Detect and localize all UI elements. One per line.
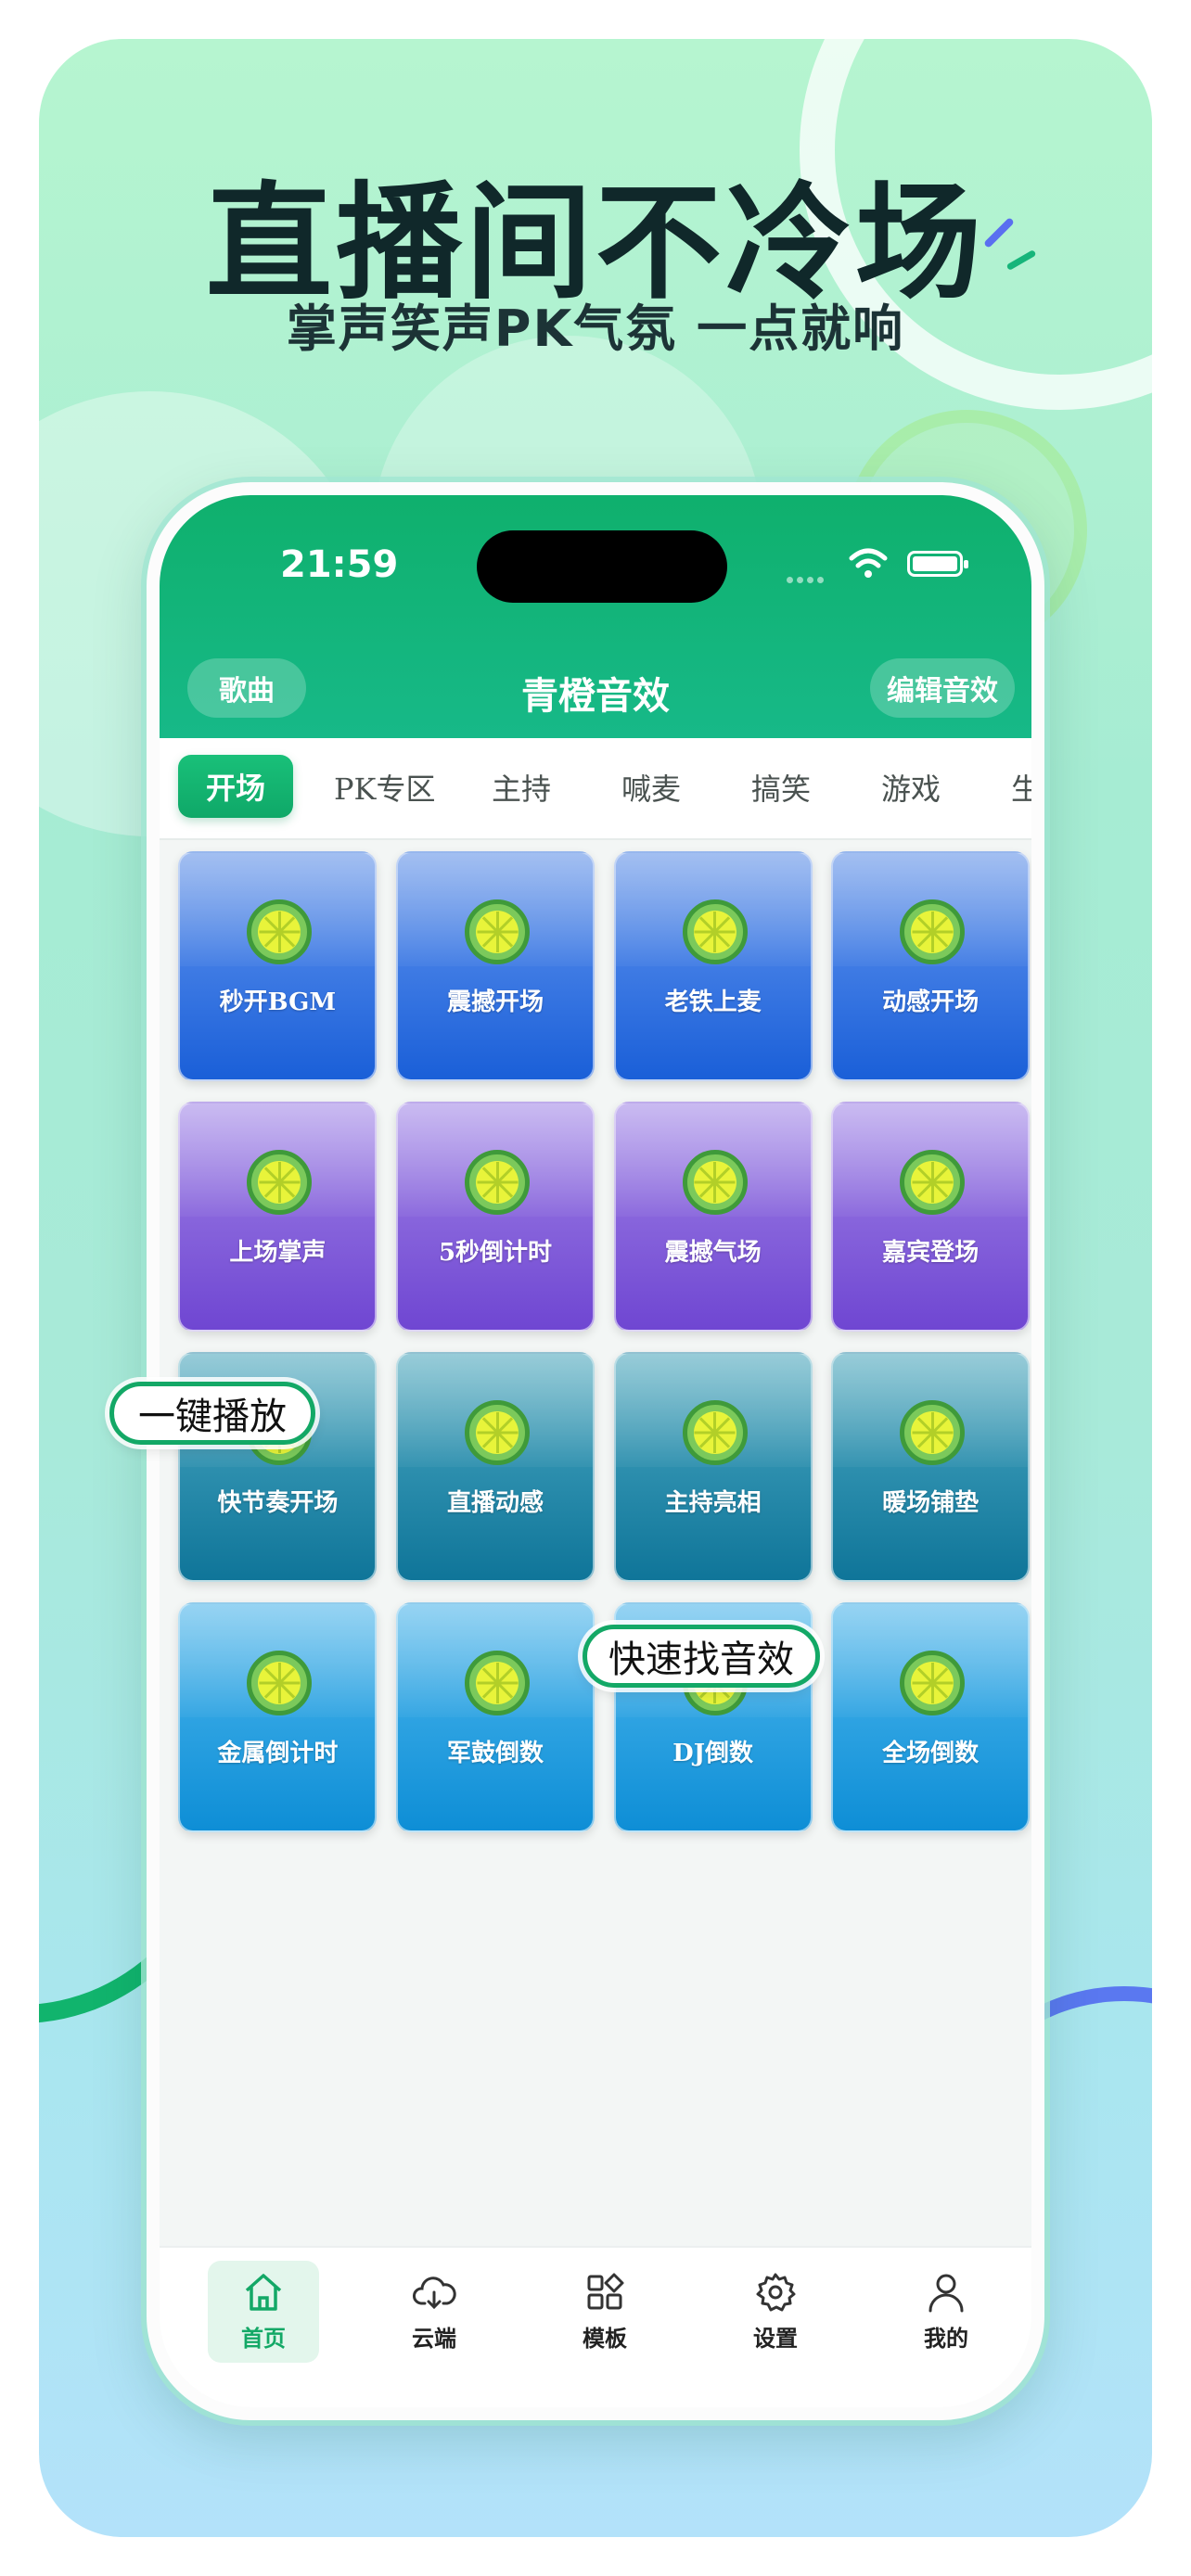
sound-tile-label: 军鼓倒数 <box>446 1740 544 1767</box>
lime-icon <box>247 1651 313 1715</box>
phone-mockup: 21:59 歌曲 青橙音效 编辑音效 开场 PK专区 主持 喊麦 搞笑 游戏 生… <box>147 482 1044 2420</box>
nav-cloud[interactable]: 云端 <box>378 2261 490 2363</box>
template-grid-icon <box>587 2273 624 2310</box>
bottom-nav: 首页 云端 模板 设置 我的 <box>160 2246 1031 2407</box>
lime-icon <box>247 899 313 964</box>
nav-label: 设置 <box>753 2326 798 2352</box>
sound-tile-label: 震撼气场 <box>664 1239 762 1267</box>
lime-icon <box>465 1400 530 1465</box>
lime-icon <box>900 1150 966 1215</box>
sound-tile[interactable]: 嘉宾登场 <box>831 1102 1031 1332</box>
nav-templates[interactable]: 模板 <box>549 2261 660 2363</box>
tab-shout[interactable]: 喊麦 <box>621 766 681 809</box>
sound-tile-label: 主持亮相 <box>664 1489 762 1517</box>
tab-opening[interactable]: 开场 <box>178 755 293 818</box>
lime-icon <box>900 1651 966 1715</box>
lime-icon <box>465 1651 530 1715</box>
sound-tile[interactable]: 主持亮相 <box>613 1352 813 1582</box>
category-tabs: 开场 PK专区 主持 喊麦 搞笑 游戏 生 <box>160 738 1031 840</box>
promo-subline: 掌声笑声PK气氛 一点就响 <box>286 300 905 358</box>
sound-tile[interactable]: 动感开场 <box>831 851 1031 1081</box>
status-time: 21:59 <box>280 543 399 586</box>
tab-game[interactable]: 游戏 <box>881 766 941 809</box>
sound-tile[interactable]: 秒开BGM <box>178 851 378 1081</box>
lime-icon <box>465 899 530 964</box>
tab-host[interactable]: 主持 <box>492 766 551 809</box>
nav-profile[interactable]: 我的 <box>890 2261 1002 2363</box>
sound-tile-label: 老铁上麦 <box>664 988 762 1016</box>
cloud-download-icon <box>413 2276 456 2310</box>
home-icon <box>245 2274 282 2311</box>
sound-tile[interactable]: 上场掌声 <box>178 1102 378 1332</box>
sound-tile-label: 上场掌声 <box>229 1239 327 1267</box>
sound-tile-label: 震撼开场 <box>446 988 544 1016</box>
sound-tile[interactable]: 老铁上麦 <box>613 851 813 1081</box>
sound-tile-label: 金属倒计时 <box>217 1740 339 1767</box>
lime-icon <box>900 1400 966 1465</box>
nav-label: 模板 <box>583 2326 627 2352</box>
sound-tile[interactable]: 金属倒计时 <box>178 1602 378 1832</box>
nav-label: 云端 <box>412 2326 456 2352</box>
lime-icon <box>682 899 748 964</box>
lime-icon <box>682 1400 748 1465</box>
wifi-icon <box>849 548 888 578</box>
sound-tile[interactable]: 5秒倒计时 <box>396 1102 595 1332</box>
sound-tile-label: 全场倒数 <box>882 1740 980 1767</box>
one-tap-play-callout: 一键播放 <box>109 1382 315 1445</box>
sound-tile-label: 5秒倒计时 <box>438 1239 553 1267</box>
sound-tile[interactable]: 震撼开场 <box>396 851 595 1081</box>
sound-tile[interactable]: 震撼气场 <box>613 1102 813 1332</box>
nav-home[interactable]: 首页 <box>208 2261 319 2363</box>
sound-tile[interactable]: 全场倒数 <box>831 1602 1031 1832</box>
sound-tile-label: DJ倒数 <box>672 1740 754 1767</box>
sound-tile-label: 直播动感 <box>446 1489 544 1517</box>
user-icon <box>928 2274 964 2313</box>
lime-icon <box>900 899 966 964</box>
sound-tile[interactable]: 直播动感 <box>396 1352 595 1582</box>
battery-icon <box>907 551 968 577</box>
nav-settings[interactable]: 设置 <box>720 2261 831 2363</box>
edit-sounds-button[interactable]: 编辑音效 <box>870 658 1015 718</box>
lime-icon <box>465 1150 530 1215</box>
lime-icon <box>247 1150 313 1215</box>
tab-funny[interactable]: 搞笑 <box>751 766 811 809</box>
lime-icon <box>682 1150 748 1215</box>
app-header: 21:59 歌曲 青橙音效 编辑音效 <box>160 495 1031 738</box>
sound-tile-label: 快节奏开场 <box>217 1489 339 1517</box>
quick-find-callout: 快速找音效 <box>583 1625 820 1688</box>
sound-tile[interactable]: 军鼓倒数 <box>396 1602 595 1832</box>
tab-more[interactable]: 生 <box>1011 766 1031 809</box>
nav-label: 首页 <box>241 2326 286 2352</box>
signal-icon <box>787 569 831 583</box>
nav-label: 我的 <box>924 2326 968 2352</box>
sound-tile-label: 嘉宾登场 <box>882 1239 980 1267</box>
sound-tile-label: 秒开BGM <box>219 988 337 1016</box>
gear-icon <box>756 2273 796 2312</box>
sound-tile-label: 动感开场 <box>882 988 980 1016</box>
sound-tile[interactable]: 暖场铺垫 <box>831 1352 1031 1582</box>
dynamic-island <box>477 530 727 603</box>
tab-pk[interactable]: PK专区 <box>334 766 435 809</box>
sound-tile-label: 暖场铺垫 <box>882 1489 980 1517</box>
